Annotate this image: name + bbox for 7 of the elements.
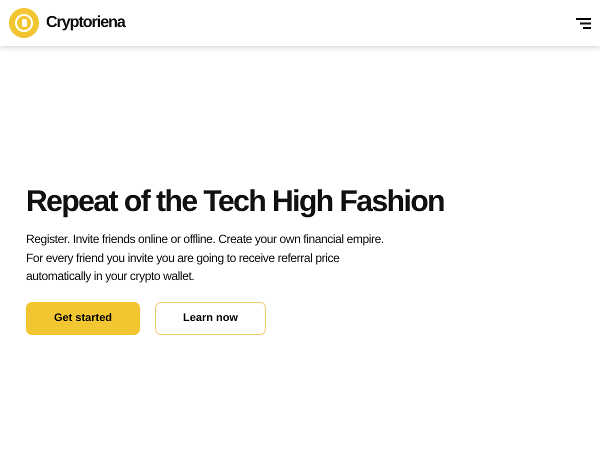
learn-now-button[interactable]: Learn now <box>155 302 266 334</box>
get-started-button[interactable]: Get started <box>26 302 140 334</box>
hero-heading: Repeat of the Tech High Fashion <box>26 184 445 220</box>
coin-logo-icon <box>8 7 40 39</box>
hero-description: Register. Invite friends online or offline. Create your own financial empire. For every friend you invite you are going to receive referral price automatically in your crypto wallet. <box>26 231 385 285</box>
brand-name[interactable]: Cryptoriena <box>46 14 125 32</box>
menu-icon[interactable] <box>576 18 591 28</box>
